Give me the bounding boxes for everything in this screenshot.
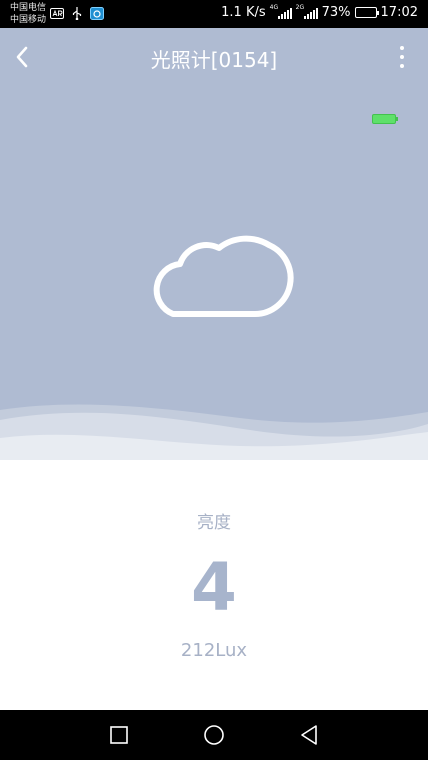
battery-icon [354,7,379,18]
ar-icon [50,7,64,19]
brightness-value: 4 [191,549,237,626]
hero-panel: 光照计[0154] [0,28,428,460]
device-battery-icon [372,114,398,124]
signal-1-icon: 4G [269,3,292,19]
carrier-2: 中国移动 [10,15,47,25]
home-button[interactable] [201,722,227,748]
app-bar: 光照计[0154] [0,28,428,86]
wave-decoration [0,404,428,460]
page-title: 光照计[0154] [150,48,278,72]
clock: 17:02 [380,5,418,20]
more-vertical-icon [400,46,404,50]
network-speed: 1.1 K/s [221,5,266,20]
carrier-1: 中国电信 [10,3,47,13]
status-right: 1.1 K/s 4G 2G 73% 17:02 [221,3,418,21]
back-nav-button[interactable] [296,722,322,748]
lux-value: 212Lux [180,640,248,661]
battery-percent: 73% [321,5,351,20]
triangle-back-icon [301,725,317,745]
reading-panel: 亮度 4 212Lux [0,460,428,710]
signal-2-icon: 2G [295,3,318,19]
app-notification-icon [90,6,104,20]
status-bar: 中国电信 中国移动 1.1 K/s 4G 2G 73% 17:02 [0,0,428,28]
notification-icons [50,6,104,20]
cloud-icon [153,235,294,317]
signal-2-network: 2G [295,3,305,11]
square-icon [110,726,128,744]
system-nav-bar [0,710,428,760]
recent-apps-button[interactable] [106,722,132,748]
signal-1-network: 4G [269,3,279,11]
carrier-info: 中国电信 中国移动 [10,2,46,26]
more-options-button[interactable] [390,42,414,72]
brightness-label: 亮度 [197,513,231,533]
circle-icon [204,725,224,745]
usb-icon [70,6,84,20]
